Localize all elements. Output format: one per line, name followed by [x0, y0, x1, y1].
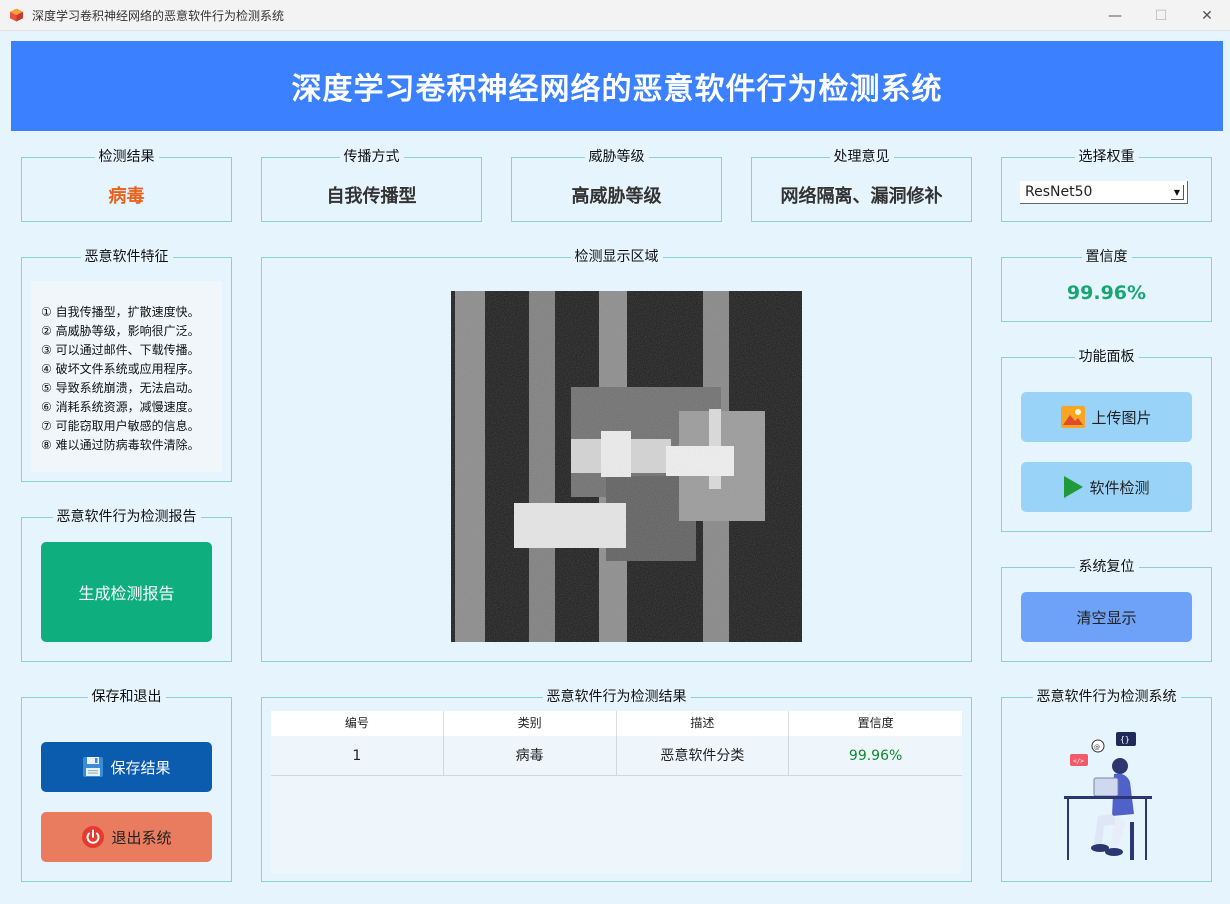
propagation-title: 传播方式 [339, 149, 404, 165]
column-header-category[interactable]: 类别 [444, 711, 617, 736]
results-table: 编号 类别 描述 置信度 1 病毒 恶意软件分类 99.96% [271, 711, 962, 873]
detection-result-title: 检测结果 [94, 149, 159, 165]
detection-result-card: 检测结果 病毒 [21, 149, 232, 222]
results-table-card: 恶意软件行为检测结果 编号 类别 描述 置信度 1 病毒 恶意软件分类 99.9… [261, 689, 972, 882]
chevron-down-icon[interactable]: ▼ [1171, 185, 1184, 200]
feature-item: ⑥ 消耗系统资源，减慢速度。 [41, 400, 200, 414]
software-detect-button[interactable]: 软件检测 [1021, 462, 1192, 512]
feature-item: ⑤ 导致系统崩溃，无法启动。 [41, 381, 200, 395]
threat-level-title: 威胁等级 [584, 149, 649, 165]
malware-features-card: 恶意软件特征 ① 自我传播型，扩散速度快。 ② 高威胁等级，影响很广泛。 ③ 可… [21, 249, 232, 482]
detection-display-card: 检测显示区域 [261, 249, 972, 662]
close-button[interactable]: ✕ [1184, 0, 1230, 31]
table-header-row: 编号 类别 描述 置信度 [271, 711, 962, 736]
software-detect-label: 软件检测 [1089, 478, 1150, 497]
system-illustration-title: 恶意软件行为检测系统 [1032, 689, 1181, 705]
feature-item: ⑧ 难以通过防病毒软件清除。 [41, 438, 200, 452]
propagation-card: 传播方式 自我传播型 [261, 149, 482, 222]
floppy-disk-icon [82, 756, 104, 778]
column-header-id[interactable]: 编号 [271, 711, 444, 736]
column-header-confidence[interactable]: 置信度 [789, 711, 962, 736]
threat-level-card: 威胁等级 高威胁等级 [511, 149, 722, 222]
column-header-description[interactable]: 描述 [617, 711, 790, 736]
malware-features-title: 恶意软件特征 [80, 249, 173, 265]
upload-image-button[interactable]: 上传图片 [1021, 392, 1192, 442]
weights-title: 选择权重 [1074, 149, 1139, 165]
svg-text:@: @ [1094, 744, 1100, 751]
system-reset-card: 系统复位 清空显示 [1001, 559, 1212, 662]
function-panel-title: 功能面板 [1074, 349, 1139, 365]
upload-image-label: 上传图片 [1091, 408, 1152, 427]
system-illustration-card: 恶意软件行为检测系统 {} @ </> [1001, 689, 1212, 882]
save-exit-card: 保存和退出 保存结果 退出系统 [21, 689, 232, 882]
window-title: 深度学习卷积神经网络的恶意软件行为检测系统 [32, 9, 285, 23]
results-table-title: 恶意软件行为检测结果 [542, 689, 691, 705]
weights-select[interactable]: ResNet50 ▼ [1020, 181, 1188, 204]
advice-card: 处理意见 网络隔离、漏洞修补 [751, 149, 972, 222]
report-card: 恶意软件行为检测报告 生成检测报告 [21, 509, 232, 662]
advice-title: 处理意见 [829, 149, 894, 165]
advice-value: 网络隔离、漏洞修补 [780, 186, 943, 207]
play-icon [1063, 476, 1084, 498]
feature-item: ③ 可以通过邮件、下载传播。 [41, 343, 200, 357]
threat-level-value: 高威胁等级 [571, 186, 662, 207]
detection-display-title: 检测显示区域 [570, 249, 663, 265]
app-cube-icon [10, 8, 23, 22]
header-banner: 深度学习卷积神经网络的恶意软件行为检测系统 [11, 41, 1223, 131]
window-titlebar: 深度学习卷积神经网络的恶意软件行为检测系统 — ☐ ✕ [0, 0, 1230, 31]
feature-item: ⑦ 可能窃取用户敏感的信息。 [41, 419, 200, 433]
cell-id: 1 [271, 736, 444, 775]
confidence-value: 99.96% [1066, 282, 1147, 304]
confidence-title: 置信度 [1081, 249, 1132, 265]
weights-card: 选择权重 ResNet50 ▼ [1001, 149, 1212, 222]
exit-system-button[interactable]: 退出系统 [41, 812, 212, 862]
table-row[interactable]: 1 病毒 恶意软件分类 99.96% [271, 736, 962, 776]
feature-item: ② 高威胁等级，影响很广泛。 [41, 324, 200, 338]
power-icon [81, 825, 105, 849]
save-result-button[interactable]: 保存结果 [41, 742, 212, 792]
malware-features-list: ① 自我传播型，扩散速度快。 ② 高威胁等级，影响很广泛。 ③ 可以通过邮件、下… [31, 281, 222, 472]
system-reset-title: 系统复位 [1074, 559, 1139, 575]
confidence-card: 置信度 99.96% [1001, 249, 1212, 322]
weights-select-value: ResNet50 [1025, 184, 1093, 200]
malware-image [451, 291, 802, 642]
function-panel-card: 功能面板 上传图片 软件检测 [1001, 349, 1212, 532]
developer-illustration: {} @ </> [1064, 732, 1152, 860]
feature-item: ① 自我传播型，扩散速度快。 [41, 305, 200, 319]
minimize-button[interactable]: — [1092, 0, 1138, 31]
save-exit-title: 保存和退出 [87, 689, 166, 705]
cell-description: 恶意软件分类 [617, 736, 790, 775]
svg-text:</>: </> [1073, 758, 1084, 765]
image-icon [1061, 406, 1086, 428]
detection-result-value: 病毒 [108, 186, 145, 207]
svg-text:{}: {} [1120, 735, 1130, 744]
propagation-value: 自我传播型 [326, 186, 417, 207]
maximize-button[interactable]: ☐ [1138, 0, 1184, 31]
page-title: 深度学习卷积神经网络的恶意软件行为检测系统 [291, 72, 943, 107]
clear-display-button[interactable]: 清空显示 [1021, 592, 1192, 642]
cell-confidence: 99.96% [848, 748, 903, 764]
generate-report-button[interactable]: 生成检测报告 [41, 542, 212, 642]
cell-category: 病毒 [444, 736, 617, 775]
report-title: 恶意软件行为检测报告 [52, 509, 201, 525]
save-result-label: 保存结果 [110, 758, 171, 777]
feature-item: ④ 破坏文件系统或应用程序。 [41, 362, 200, 376]
exit-system-label: 退出系统 [111, 828, 172, 847]
